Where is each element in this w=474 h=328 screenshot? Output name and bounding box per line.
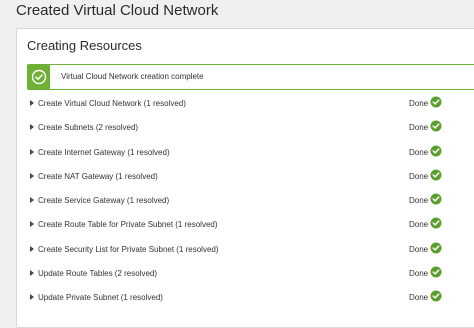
step-status: Done	[409, 196, 429, 205]
check-circle-icon	[430, 96, 442, 108]
step-status: Done	[409, 245, 429, 254]
caret-right-icon[interactable]	[30, 173, 34, 179]
check-circle-icon	[430, 120, 442, 132]
caret-right-icon[interactable]	[30, 246, 34, 252]
step-label: Create Route Table for Private Subnet (1…	[38, 220, 218, 229]
step-label: Create NAT Gateway (1 resolved)	[38, 172, 158, 181]
step-status: Done	[409, 293, 429, 302]
step-row[interactable]: Create Internet Gateway (1 resolved) Don…	[27, 145, 457, 161]
check-circle-icon	[430, 290, 442, 302]
step-status: Done	[409, 123, 429, 132]
step-row[interactable]: Create NAT Gateway (1 resolved) Done	[27, 169, 457, 185]
check-circle-icon	[430, 145, 442, 157]
step-row[interactable]: Create Subnets (2 resolved) Done	[27, 120, 457, 136]
step-row[interactable]: Update Private Subnet (1 resolved) Done	[27, 290, 457, 306]
step-status: Done	[409, 172, 429, 181]
step-status: Done	[409, 99, 429, 108]
step-label: Update Route Tables (2 resolved)	[38, 269, 158, 278]
page-title: Created Virtual Cloud Network	[16, 2, 219, 19]
check-circle-icon	[430, 242, 442, 254]
caret-right-icon[interactable]	[30, 124, 34, 130]
check-circle-icon	[31, 69, 47, 85]
caret-right-icon[interactable]	[30, 100, 34, 106]
banner-message: Virtual Cloud Network creation complete	[61, 72, 204, 81]
caret-right-icon[interactable]	[30, 197, 34, 203]
step-row[interactable]: Create Service Gateway (1 resolved) Done	[27, 193, 457, 209]
step-row[interactable]: Create Virtual Cloud Network (1 resolved…	[27, 96, 457, 112]
caret-right-icon[interactable]	[30, 270, 34, 276]
step-status: Done	[409, 148, 429, 157]
resources-panel: Creating Resources Virtual Cloud Network…	[16, 28, 474, 328]
check-circle-icon	[430, 169, 442, 181]
caret-right-icon[interactable]	[30, 294, 34, 300]
caret-right-icon[interactable]	[30, 149, 34, 155]
success-banner: Virtual Cloud Network creation complete	[27, 64, 474, 90]
step-label: Create Service Gateway (1 resolved)	[38, 196, 170, 205]
check-circle-icon	[430, 266, 442, 278]
banner-icon-box	[28, 65, 50, 89]
step-label: Create Security List for Private Subnet …	[38, 245, 219, 254]
step-row[interactable]: Create Route Table for Private Subnet (1…	[27, 217, 457, 233]
step-label: Update Private Subnet (1 resolved)	[38, 293, 163, 302]
caret-right-icon[interactable]	[30, 221, 34, 227]
step-row[interactable]: Update Route Tables (2 resolved) Done	[27, 266, 457, 282]
step-row[interactable]: Create Security List for Private Subnet …	[27, 242, 457, 258]
step-status: Done	[409, 220, 429, 229]
step-status: Done	[409, 269, 429, 278]
step-label: Create Virtual Cloud Network (1 resolved…	[38, 99, 186, 108]
step-label: Create Subnets (2 resolved)	[38, 123, 139, 132]
step-label: Create Internet Gateway (1 resolved)	[38, 148, 170, 157]
panel-title: Creating Resources	[27, 38, 142, 53]
check-circle-icon	[430, 217, 442, 229]
check-circle-icon	[430, 193, 442, 205]
